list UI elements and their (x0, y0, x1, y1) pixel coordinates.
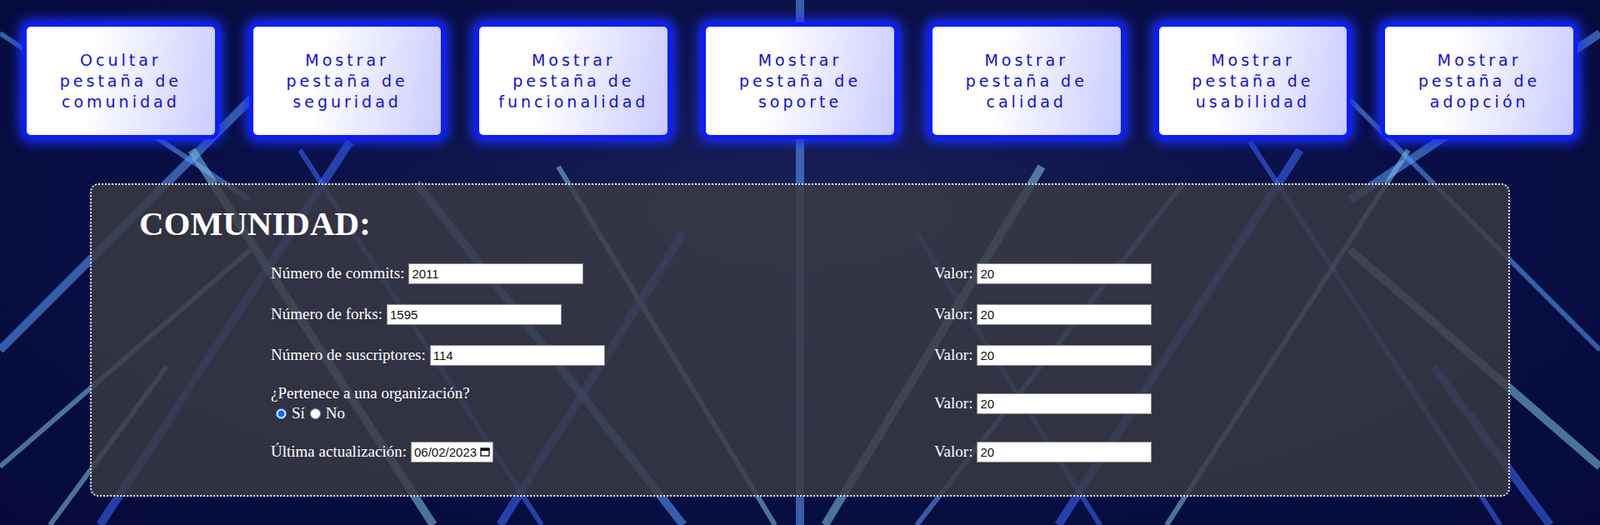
field-cell: Número de commits: (270, 261, 935, 285)
tab-toggle-button[interactable]: Mostrar pestaña de calidad (928, 22, 1125, 140)
score-cell: Valor: (934, 302, 1461, 326)
field-cell: ¿Pertenece a una organización?Sí No (270, 384, 935, 423)
field-label: ¿Pertenece a una organización? (270, 384, 470, 403)
field-input[interactable] (408, 263, 584, 285)
score-cell: Valor: (934, 343, 1461, 367)
score-label: Valor: (934, 442, 973, 461)
community-form: Número de commits: Valor: Número de forks:… (270, 261, 1461, 464)
score-input[interactable] (976, 345, 1152, 366)
score-input[interactable] (976, 441, 1152, 463)
score-input[interactable] (976, 393, 1152, 415)
page: Ocultar pestaña de comunidadMostrar pest… (0, 0, 1600, 525)
field-cell: Número de forks: (270, 302, 935, 326)
score-label: Valor: (934, 305, 973, 324)
radio-group: Sí No (270, 404, 345, 423)
score-cell: Valor: (934, 261, 1461, 285)
tab-toggle-button[interactable]: Mostrar pestaña de soporte (701, 22, 899, 140)
radio-option[interactable]: No (310, 404, 345, 423)
field-cell: Última actualización:06/02/2023 (270, 440, 935, 464)
field-label: Número de suscriptores: (270, 345, 426, 365)
score-cell: Valor: (934, 440, 1461, 464)
field-label: Número de commits: (270, 264, 405, 283)
tab-toggle-button[interactable]: Mostrar pestaña de funcionalidad (475, 22, 672, 140)
field-label: Última actualización: (270, 442, 407, 461)
tab-toggle-button[interactable]: Mostrar pestaña de adopción (1380, 22, 1578, 140)
score-label: Valor: (934, 264, 973, 283)
panel-title: COMUNIDAD: (139, 203, 1461, 244)
tab-bar: Ocultar pestaña de comunidadMostrar pest… (22, 22, 1578, 140)
field-cell: Número de suscriptores: (270, 343, 935, 367)
calendar-icon[interactable] (480, 446, 490, 457)
score-cell: Valor: (934, 384, 1461, 423)
radio-button[interactable] (310, 408, 321, 420)
tab-toggle-button[interactable]: Mostrar pestaña de usabilidad (1155, 22, 1352, 140)
radio-button[interactable] (275, 408, 287, 420)
score-label: Valor: (934, 345, 973, 365)
tab-toggle-button[interactable]: Mostrar pestaña de seguridad (249, 22, 446, 140)
field-label: Número de forks: (270, 305, 383, 324)
date-input[interactable]: 06/02/2023 (410, 441, 494, 463)
radio-option[interactable]: Sí (275, 404, 305, 423)
field-input[interactable] (430, 345, 605, 366)
field-input[interactable] (386, 304, 562, 325)
tab-toggle-button[interactable]: Ocultar pestaña de comunidad (22, 22, 220, 140)
score-input[interactable] (976, 263, 1152, 285)
score-input[interactable] (976, 304, 1152, 325)
score-label: Valor: (934, 394, 973, 413)
community-panel: COMUNIDAD:Número de commits:Valor:Número… (90, 183, 1510, 497)
